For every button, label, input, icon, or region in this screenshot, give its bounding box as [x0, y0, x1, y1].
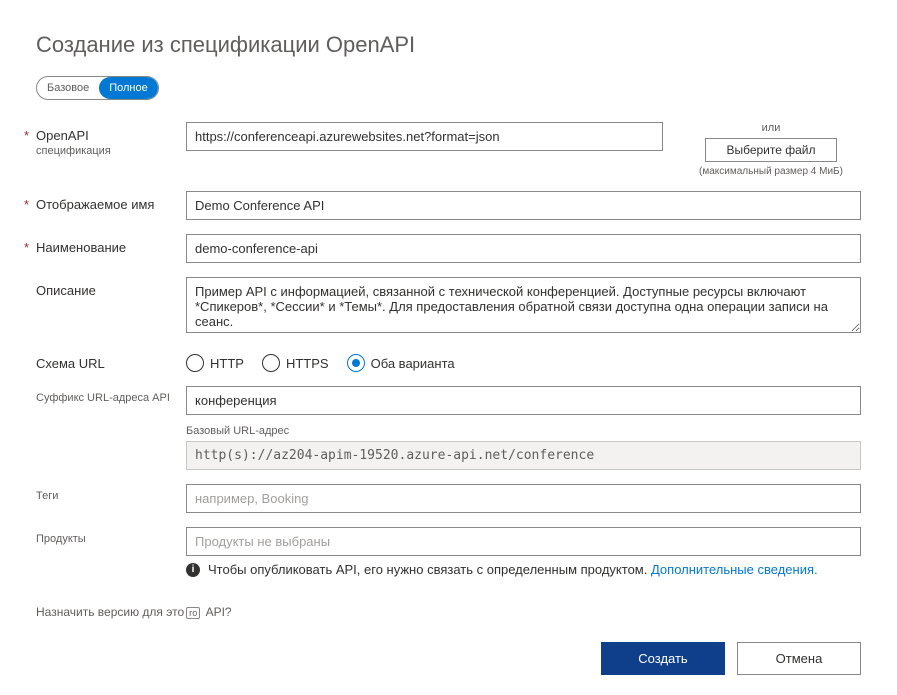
page-title: Создание из спецификации OpenAPI — [36, 32, 861, 58]
version-question: Назначить версию для этого API? — [36, 605, 861, 619]
version-box[interactable]: го — [186, 607, 200, 619]
create-button[interactable]: Создать — [601, 642, 725, 675]
label-url-scheme: Схема URL — [36, 350, 186, 371]
name-input[interactable] — [186, 234, 861, 263]
label-openapi: OpenAPI спецификация — [36, 122, 186, 157]
label-or: или — [681, 122, 861, 134]
radio-both[interactable]: Оба варианта — [347, 354, 455, 372]
toggle-full[interactable]: Полное — [99, 77, 158, 99]
url-scheme-radiogroup: HTTP HTTPS Оба варианта — [186, 350, 861, 372]
basic-full-toggle[interactable]: Базовое Полное — [36, 76, 159, 100]
info-link[interactable]: Дополнительные сведения. — [651, 562, 818, 577]
label-base-url: Базовый URL-адрес — [186, 425, 861, 437]
label-description: Описание — [36, 277, 186, 298]
label-url-suffix: Суффикс URL-адреса API — [36, 386, 186, 404]
products-info: i Чтобы опубликовать API, его нужно связ… — [186, 562, 861, 577]
description-textarea[interactable]: Пример API с информацией, связанной с те… — [186, 277, 861, 333]
label-products: Продукты — [36, 527, 186, 545]
openapi-spec-input[interactable] — [186, 122, 663, 151]
radio-http-circle — [186, 354, 204, 372]
base-url-display: http(s)://az204-apim-19520.azure-api.net… — [186, 441, 861, 470]
radio-https-circle — [262, 354, 280, 372]
info-text: Чтобы опубликовать API, его нужно связат… — [208, 562, 651, 577]
info-icon: i — [186, 563, 200, 577]
display-name-input[interactable] — [186, 191, 861, 220]
choose-file-button[interactable]: Выберите файл — [705, 138, 837, 162]
label-max-size: (максимальный размер 4 МиБ) — [681, 166, 861, 177]
tags-input[interactable] — [186, 484, 861, 513]
cancel-button[interactable]: Отмена — [737, 642, 861, 675]
radio-https[interactable]: HTTPS — [262, 354, 329, 372]
label-tags: Теги — [36, 484, 186, 502]
radio-http[interactable]: HTTP — [186, 354, 244, 372]
radio-both-circle — [347, 354, 365, 372]
url-suffix-input[interactable] — [186, 386, 861, 415]
label-name: Наименование — [36, 234, 186, 255]
products-input[interactable] — [186, 527, 861, 556]
toggle-basic[interactable]: Базовое — [37, 77, 99, 99]
label-display-name: Отображаемое имя — [36, 191, 186, 212]
